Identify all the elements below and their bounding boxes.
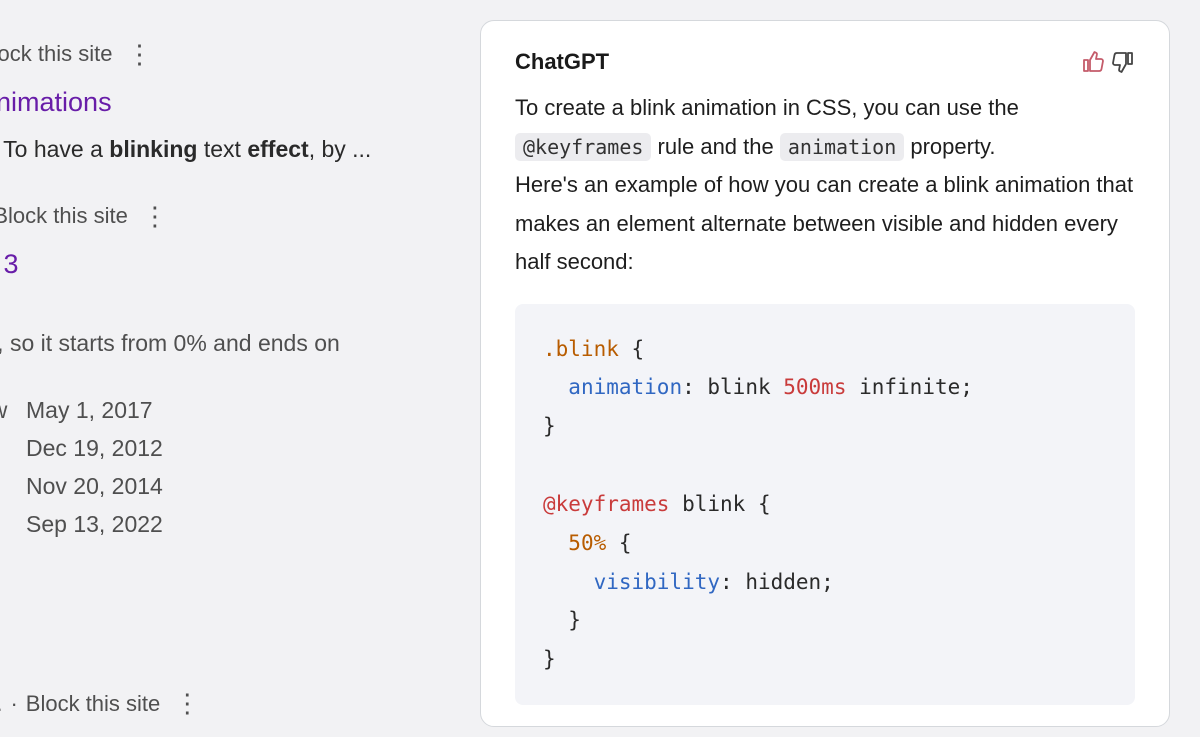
code-token: 50%: [568, 531, 606, 555]
date-value: May 1, 2017: [26, 392, 153, 430]
feedback-buttons: [1081, 50, 1135, 74]
date-value: Nov 20, 2014: [26, 468, 163, 506]
code-token: }: [543, 414, 556, 438]
code-token: {: [606, 531, 631, 555]
date-list: ow May 1, 2017 Dec 19, 2012 Nov 20, 2014…: [0, 392, 460, 544]
date-label: [0, 430, 8, 468]
paragraph-text: To create a blink animation in CSS, you …: [515, 95, 1019, 120]
paragraph-text: property.: [904, 134, 995, 159]
code-token: @keyframes: [543, 492, 669, 516]
code-token: hidden;: [745, 570, 834, 594]
chat-answer-pane: ChatGPT To create a blink animation in C…: [470, 0, 1200, 737]
answer-body: To create a blink animation in CSS, you …: [515, 89, 1135, 282]
block-site-link[interactable]: Block this site: [0, 198, 128, 233]
result-snippet: e. To have a blinking text effect, by ..…: [0, 132, 460, 168]
code-token: blink: [707, 375, 783, 399]
paragraph-text: Here's an example of how you can create …: [515, 172, 1133, 274]
list-item: Dec 19, 2012: [0, 430, 460, 468]
block-site-link[interactable]: Block this site: [26, 686, 161, 721]
code-token: :: [720, 570, 745, 594]
truncated-text: t...: [0, 686, 2, 721]
search-results-pane: Block this site ⋮ Animations e. To have …: [0, 0, 470, 737]
snippet-bold: effect: [247, 136, 308, 162]
snippet-text: , by ...: [309, 136, 372, 162]
date-label: [0, 468, 8, 506]
list-item: ow May 1, 2017: [0, 392, 460, 430]
result-title-link[interactable]: Animations: [0, 81, 460, 124]
result-meta-row: Block this site ⋮: [0, 36, 460, 71]
list-item: ... Sep 13, 2022: [0, 506, 460, 544]
inline-code: animation: [780, 133, 904, 161]
code-token: .blink: [543, 337, 619, 361]
result-meta-row: · Block this site ⋮: [0, 198, 460, 233]
snippet-text: text: [197, 136, 247, 162]
date-value: Dec 19, 2012: [26, 430, 163, 468]
thumbs-up-icon[interactable]: [1081, 50, 1105, 74]
result-snippet: 0 , so it starts from 0% and ends on: [0, 326, 460, 362]
code-token: {: [619, 337, 644, 361]
code-token: :: [682, 375, 707, 399]
more-icon[interactable]: ⋮: [136, 203, 174, 229]
block-site-link[interactable]: Block this site: [0, 36, 113, 71]
date-value: Sep 13, 2022: [26, 506, 163, 544]
card-header: ChatGPT: [515, 49, 1135, 75]
code-token: animation: [568, 375, 682, 399]
thumbs-down-icon[interactable]: [1111, 50, 1135, 74]
code-token: }: [568, 608, 581, 632]
paragraph-text: rule and the: [651, 134, 779, 159]
answer-card: ChatGPT To create a blink animation in C…: [480, 20, 1170, 727]
snippet-bold: blinking: [109, 136, 197, 162]
more-icon[interactable]: ⋮: [168, 690, 206, 716]
code-token: visibility: [594, 570, 720, 594]
inline-code: @keyframes: [515, 133, 651, 161]
result-meta-row: t... · Block this site ⋮: [0, 686, 206, 721]
code-token: 500ms: [783, 375, 846, 399]
list-item: Nov 20, 2014: [0, 468, 460, 506]
code-token: blink {: [669, 492, 770, 516]
date-label: ow: [0, 392, 8, 430]
date-label: ...: [0, 506, 8, 544]
code-block: .blink { animation: blink 500ms infinite…: [515, 304, 1135, 706]
separator: ·: [10, 686, 17, 721]
card-title: ChatGPT: [515, 49, 609, 75]
code-token: infinite;: [846, 375, 972, 399]
result-title-link[interactable]: S 3: [0, 243, 460, 286]
snippet-text: e. To have a: [0, 136, 109, 162]
more-icon[interactable]: ⋮: [121, 41, 159, 67]
code-token: }: [543, 647, 556, 671]
